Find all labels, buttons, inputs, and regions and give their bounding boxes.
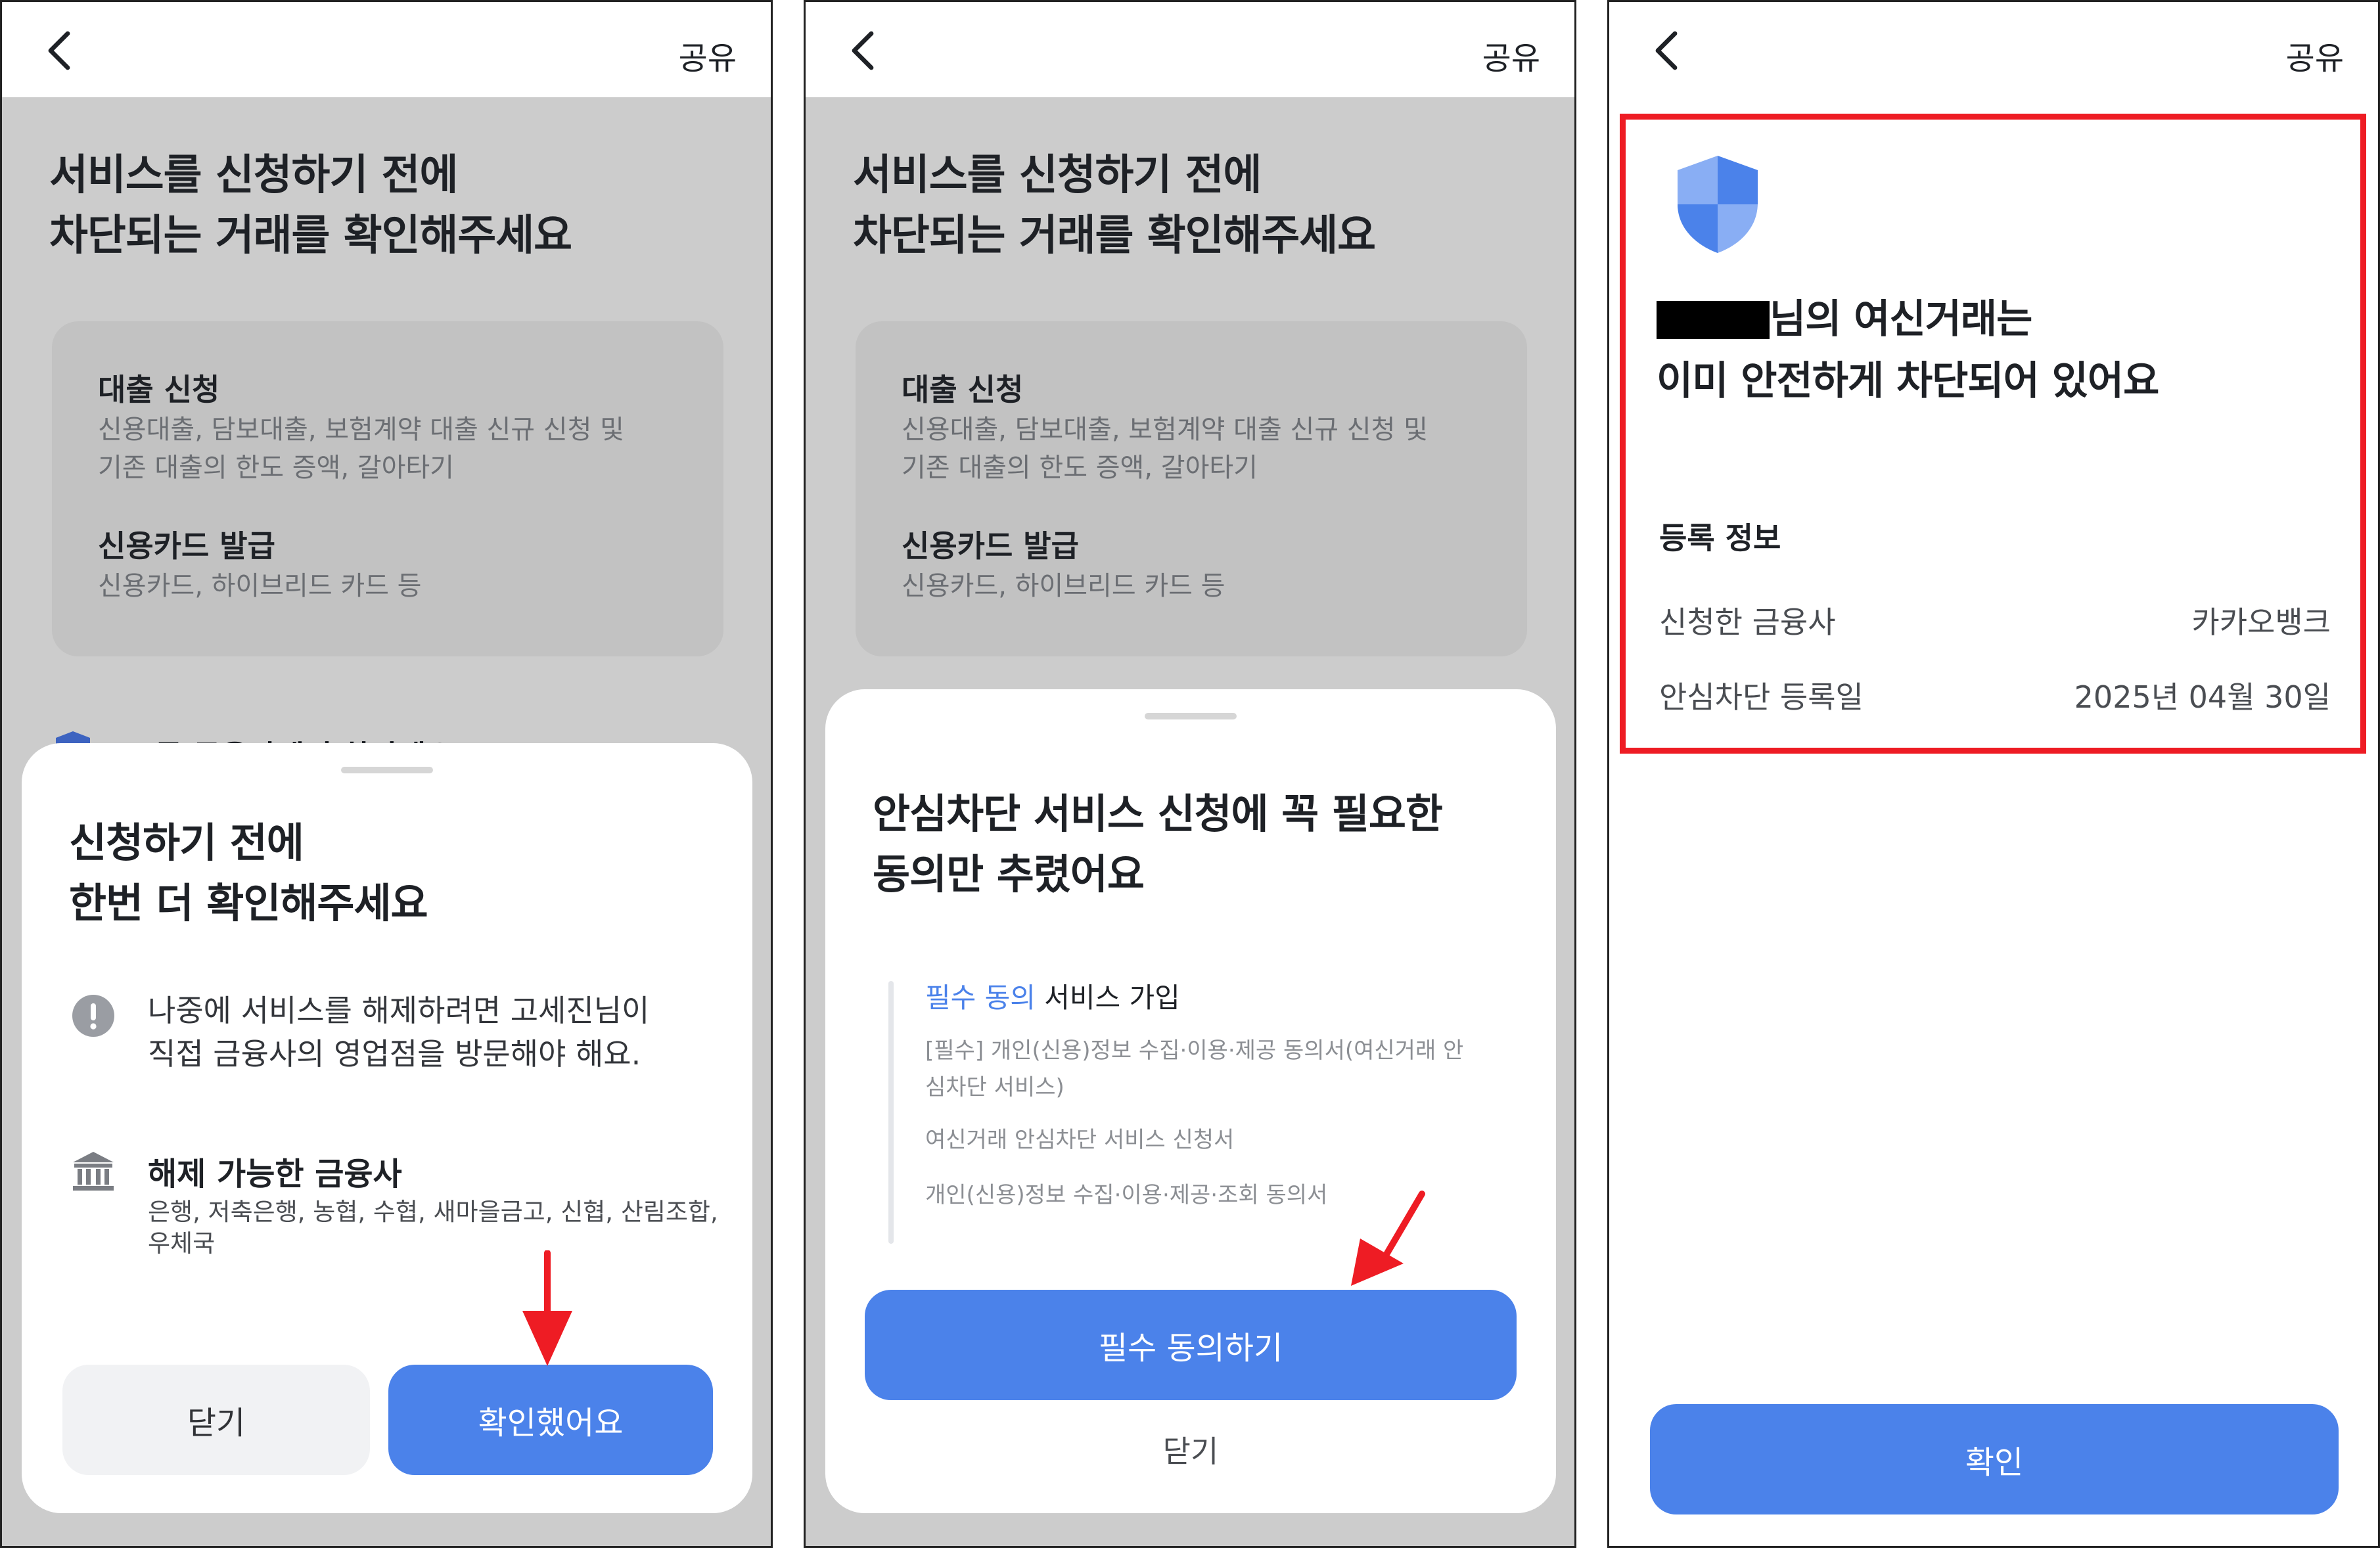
screen-confirm-before-apply: 공유 서비스를 신청하기 전에 차단되는 거래를 확인해주세요 대출 신청 신용…: [0, 0, 773, 1548]
annotation-arrow-icon: [1351, 1191, 1425, 1286]
blocked-transactions-box: 대출 신청 신용대출, 담보대출, 보험계약 대출 신규 신청 및 기존 대출의…: [52, 321, 723, 656]
card-title: 신용카드 발급: [902, 528, 1079, 564]
agree-required-button[interactable]: 필수 동의하기: [865, 1290, 1517, 1400]
confirm-bottom-sheet: 신청하기 전에 한번 더 확인해주세요 나중에 서비스를 해제하려면 고세진님이…: [22, 743, 752, 1513]
bank-title: 해제 가능한 금융사: [148, 1156, 402, 1193]
loan-desc: 신용대출, 담보대출, 보험계약 대출 신규 신청 및 기존 대출의 한도 증액…: [98, 415, 624, 483]
consent-item[interactable]: [필수] 개인(신용)정보 수집·이용·제공 동의서(여신거래 안 심차단 서비…: [925, 1032, 1517, 1106]
consent-group-heading[interactable]: 필수 동의 서비스 가입: [925, 976, 1180, 1016]
blocked-transactions-box: 대출 신청 신용대출, 담보대출, 보험계약 대출 신규 신청 및 기존 대출의…: [856, 321, 1527, 656]
bank-icon: [73, 1152, 114, 1191]
sheet-handle[interactable]: [341, 767, 433, 773]
page-headline: 서비스를 신청하기 전에 차단되는 거래를 확인해주세요: [49, 151, 572, 260]
annotation-highlight-box: [1620, 114, 2366, 754]
bank-list: 은행, 저축은행, 농협, 수협, 새마을금고, 신협, 산림조합, 우체국: [148, 1198, 718, 1258]
card-title: 신용카드 발급: [98, 528, 275, 564]
consent-item[interactable]: 개인(신용)정보 수집·이용·제공·조회 동의서: [925, 1177, 1327, 1209]
page-headline: 서비스를 신청하기 전에 차단되는 거래를 확인해주세요: [853, 151, 1376, 260]
back-arrow-icon[interactable]: [1651, 30, 1683, 72]
consent-list-rule: [888, 981, 894, 1244]
consent-bottom-sheet: 안심차단 서비스 신청에 꼭 필요한 동의만 추렸어요 필수 동의 서비스 가입…: [825, 689, 1556, 1513]
loan-title: 대출 신청: [98, 372, 220, 407]
annotation-arrow-icon: [522, 1250, 572, 1366]
share-button[interactable]: 공유: [1482, 32, 1540, 78]
confirm-button[interactable]: 확인: [1650, 1404, 2339, 1514]
consent-item[interactable]: 여신거래 안심차단 서비스 신청서: [925, 1122, 1234, 1154]
card-desc: 신용카드, 하이브리드 카드 등: [98, 571, 422, 601]
share-button[interactable]: 공유: [679, 32, 737, 78]
sheet-title: 안심차단 서비스 신청에 꼭 필요한 동의만 추렸어요: [873, 790, 1443, 898]
loan-title: 대출 신청: [902, 372, 1024, 407]
screen-already-blocked: 공유 님의 여신거래는 이미 안전하게 차단되어 있어요 등록 정보 신청한 금…: [1607, 0, 2380, 1548]
sheet-title: 신청하기 전에 한번 더 확인해주세요: [69, 819, 428, 927]
exclamation-icon: [72, 995, 114, 1037]
back-arrow-icon[interactable]: [44, 30, 76, 72]
release-notice: 나중에 서비스를 해제하려면 고세진님이 직접 금융사의 영업점을 방문해야 해…: [148, 993, 650, 1072]
app-bar: 공유: [806, 2, 1574, 97]
app-bar: 공유: [2, 2, 771, 97]
close-link[interactable]: 닫기: [825, 1428, 1556, 1471]
required-tag: 필수 동의: [925, 982, 1036, 1014]
back-arrow-icon[interactable]: [848, 30, 879, 72]
card-desc: 신용카드, 하이브리드 카드 등: [902, 571, 1225, 601]
confirmed-button[interactable]: 확인했어요: [388, 1365, 713, 1475]
sheet-handle[interactable]: [1145, 713, 1237, 719]
screen-required-consent: 공유 서비스를 신청하기 전에 차단되는 거래를 확인해주세요 대출 신청 신용…: [804, 0, 1576, 1548]
app-bar: 공유: [1609, 2, 2378, 97]
loan-desc: 신용대출, 담보대출, 보험계약 대출 신규 신청 및 기존 대출의 한도 증액…: [902, 415, 1428, 483]
close-button[interactable]: 닫기: [62, 1365, 370, 1475]
share-button[interactable]: 공유: [2286, 32, 2344, 78]
